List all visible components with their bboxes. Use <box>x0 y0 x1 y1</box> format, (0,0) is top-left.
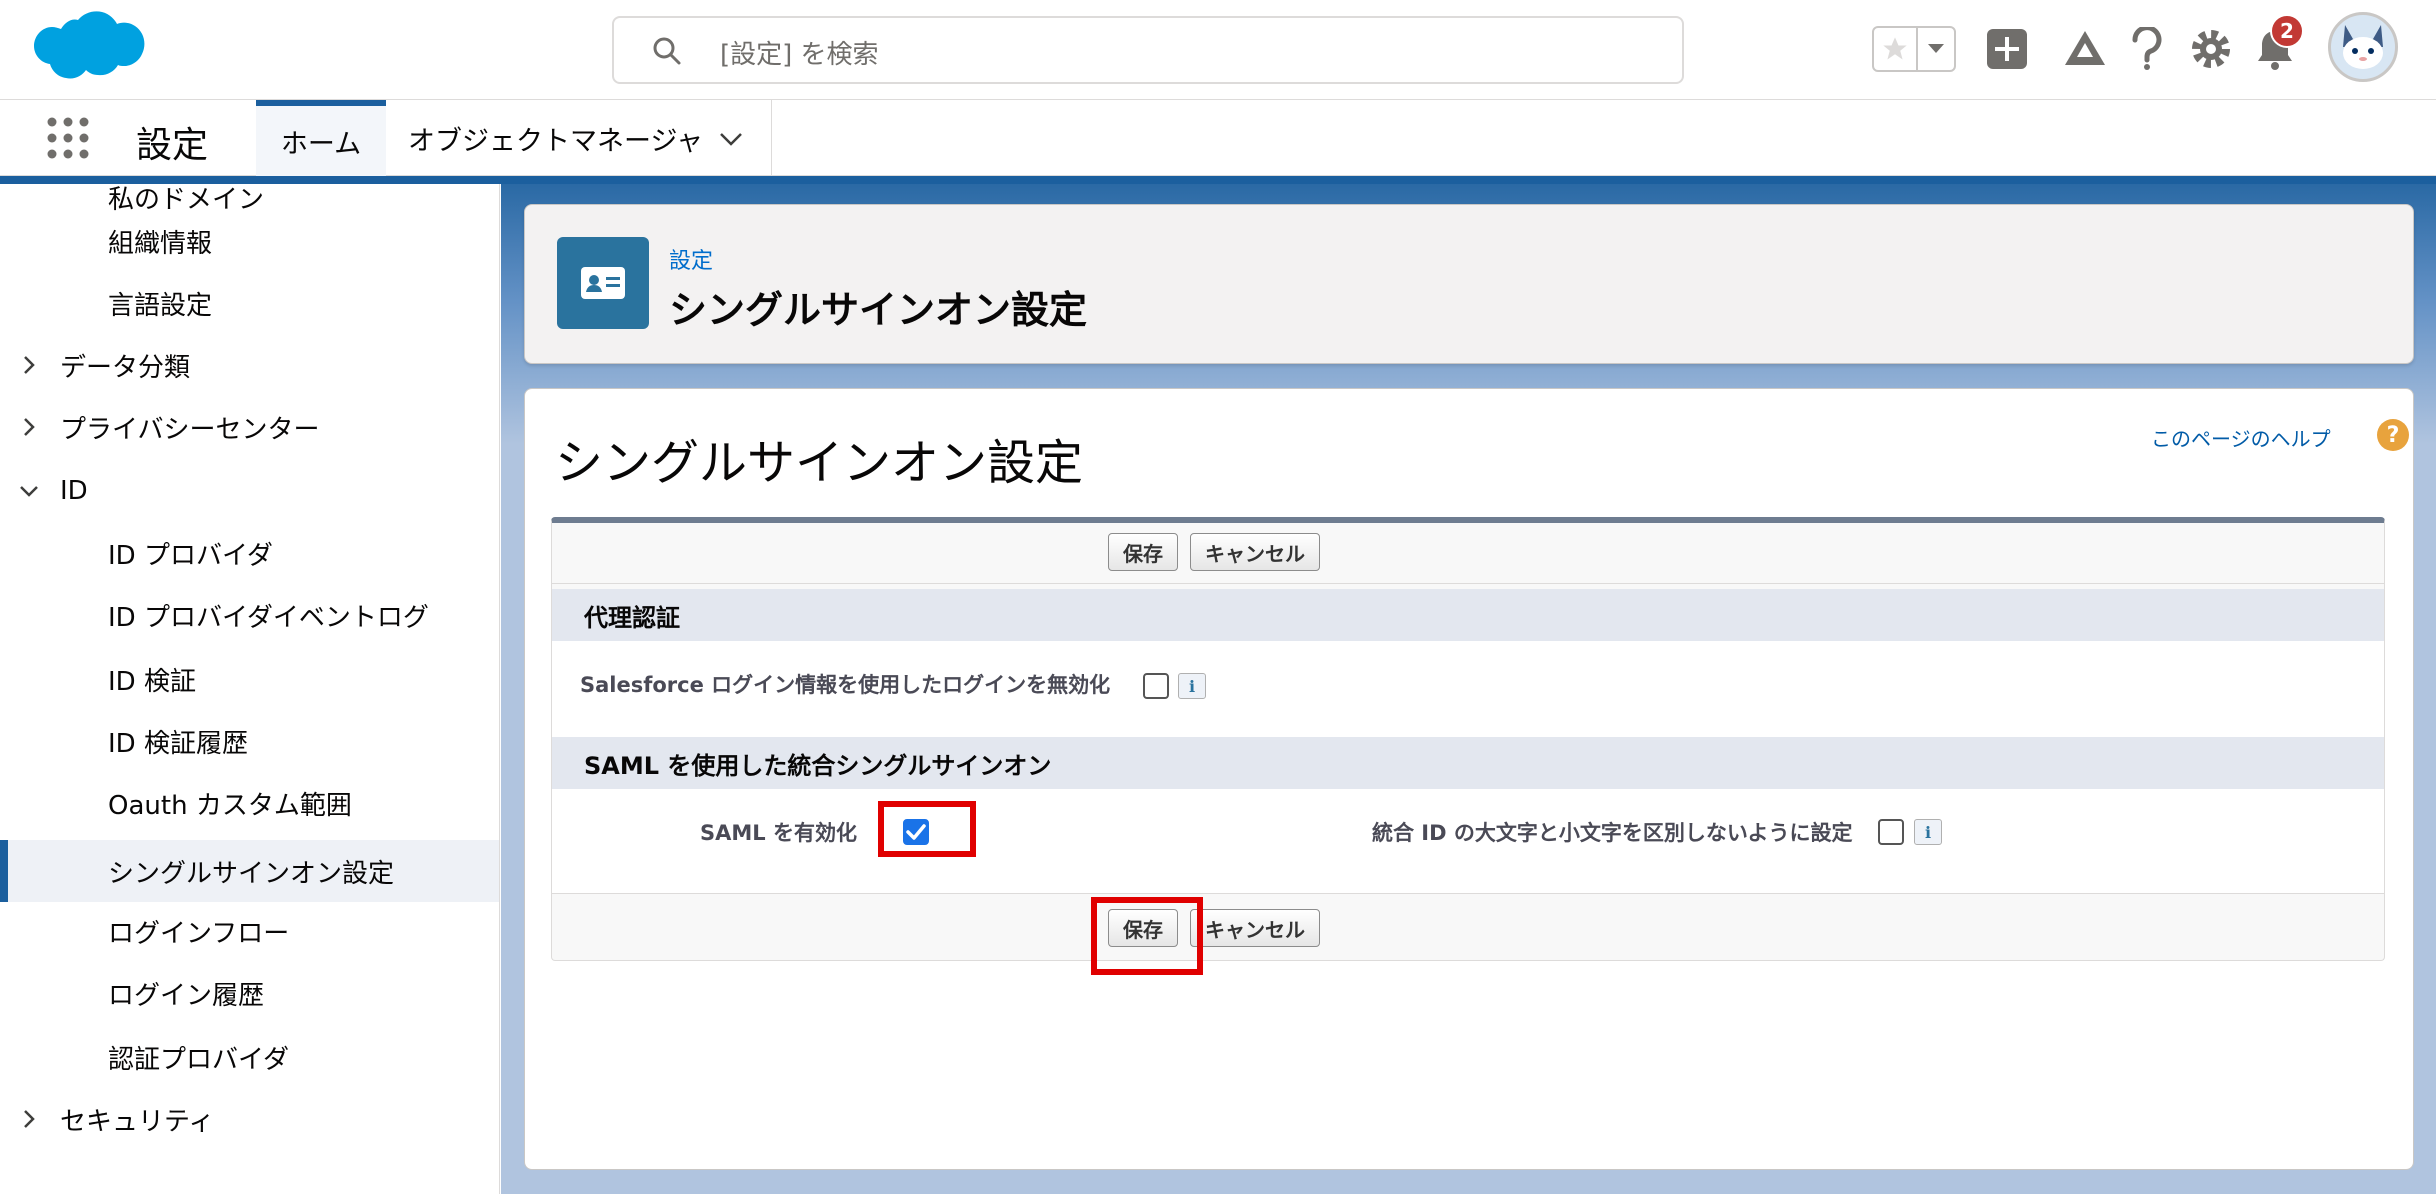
save-button-top[interactable]: 保存 <box>1108 533 1178 571</box>
sidebar-item-oauth-custom-scopes[interactable]: Oauth カスタム範囲 <box>0 772 499 834</box>
highlight-saml-checkbox <box>878 801 976 857</box>
sidebar-item-identity-provider[interactable]: ID プロバイダ <box>0 522 499 584</box>
chevron-right-icon[interactable] <box>16 414 42 440</box>
sso-settings-form: 保存 キャンセル 代理認証 Salesforce ログイン情報を使用したログイン… <box>551 517 2385 961</box>
tab-object-manager-label: オブジェクトマネージャ <box>408 125 704 157</box>
sidebar-item-language-settings[interactable]: 言語設定 <box>0 272 499 334</box>
sidebar-item-label: ログイン履歴 <box>108 980 265 1011</box>
sidebar-item-label: ID 検証履歴 <box>108 728 248 759</box>
search-input[interactable]: [設定] を検索 <box>612 16 1684 84</box>
content-title: シングルサインオン設定 <box>555 435 1084 491</box>
sidebar-item-idp-event-log[interactable]: ID プロバイダイベントログ <box>0 584 499 646</box>
info-icon[interactable]: i <box>1178 673 1206 699</box>
caret-down-icon <box>1928 44 1944 53</box>
saml-enable-label: SAML を有効化 <box>700 821 857 845</box>
favorites-group <box>1872 26 1956 72</box>
sidebar-item-label: 言語設定 <box>108 290 213 321</box>
sidebar-item-security[interactable]: セキュリティ <box>0 1088 499 1150</box>
content-card: シングルサインオン設定 このページのヘルプ ? 保存 キャンセル 代理認証 Sa… <box>524 388 2414 1170</box>
page-title: シングルサインオン設定 <box>669 288 1088 332</box>
sidebar-item-label: セキュリティ <box>60 1106 215 1137</box>
chevron-down-icon[interactable] <box>16 478 42 504</box>
plus-icon <box>1987 29 2027 69</box>
salesforce-logo[interactable] <box>28 10 148 92</box>
delegated-field-label: Salesforce ログイン情報を使用したログインを無効化 <box>580 673 1111 697</box>
global-actions-button[interactable] <box>1982 24 2032 74</box>
help-button[interactable] <box>2122 24 2172 74</box>
setup-gear-button[interactable] <box>2186 24 2236 74</box>
cancel-button-top[interactable]: キャンセル <box>1190 533 1320 571</box>
disable-login-checkbox[interactable] <box>1143 673 1169 699</box>
highlight-save-button <box>1091 897 1203 975</box>
notification-badge: 2 <box>2270 14 2304 48</box>
sidebar-item-data-classification[interactable]: データ分類 <box>0 334 499 396</box>
search-icon <box>653 37 681 65</box>
sidebar-item-label: ID 検証 <box>108 666 196 697</box>
sidebar-item-privacy-center[interactable]: プライバシーセンター <box>0 396 499 458</box>
section-saml-sso: SAML を使用した統合シングルサインオン <box>552 737 2384 789</box>
sidebar-item-verification-history[interactable]: ID 検証履歴 <box>0 710 499 772</box>
sidebar-item-label: ID <box>60 476 88 506</box>
sidebar-item-identity-verification[interactable]: ID 検証 <box>0 648 499 710</box>
sidebar-item-label: プライバシーセンター <box>60 414 320 445</box>
sidebar-item-label: ログインフロー <box>108 918 290 949</box>
chevron-down-icon[interactable] <box>716 124 746 154</box>
help-question-icon[interactable]: ? <box>2377 419 2409 451</box>
sidebar-item-auth-providers[interactable]: 認証プロバイダ <box>0 1026 499 1088</box>
sidebar-item-login-history[interactable]: ログイン履歴 <box>0 962 499 1024</box>
trailhead-icon <box>2065 31 2105 65</box>
app-name: 設定 <box>136 125 209 166</box>
app-navigation: 設定 ホーム オブジェクトマネージャ <box>0 100 2436 176</box>
chevron-right-icon[interactable] <box>16 352 42 378</box>
question-icon <box>2132 27 2162 70</box>
star-icon <box>1883 37 1907 60</box>
page-header-icon <box>557 237 649 329</box>
sidebar-item-label: シングルサインオン設定 <box>108 858 395 889</box>
case-insensitive-label: 統合 ID の大文字と小文字を区別しないように設定 <box>1372 821 1853 845</box>
tab-object-manager[interactable]: オブジェクトマネージャ <box>386 100 772 176</box>
favorite-star-button[interactable] <box>1874 28 1918 70</box>
setup-sidebar: 私のドメイン 組織情報 言語設定 データ分類 プライバシーセンター ID ID … <box>0 184 500 1194</box>
sidebar-item-label: 組織情報 <box>108 228 213 259</box>
gear-icon <box>2192 30 2230 68</box>
global-header: [設定] を検索 2 <box>0 0 2436 100</box>
sidebar-item-company-info[interactable]: 組織情報 <box>0 210 499 272</box>
avatar[interactable] <box>2328 12 2398 82</box>
brand-strip <box>0 176 2436 184</box>
sidebar-item-login-flows[interactable]: ログインフロー <box>0 900 499 962</box>
sidebar-item-identity[interactable]: ID <box>0 460 499 522</box>
astro-avatar-icon <box>2343 25 2383 69</box>
divider <box>552 893 2384 894</box>
breadcrumb[interactable]: 設定 <box>669 243 713 275</box>
section-delegated-auth: 代理認証 <box>552 589 2384 641</box>
search-placeholder: [設定] を検索 <box>720 40 879 70</box>
case-insensitive-checkbox[interactable] <box>1878 819 1904 845</box>
info-icon[interactable]: i <box>1914 819 1942 845</box>
favorites-menu-button[interactable] <box>1918 28 1954 70</box>
app-launcher-icon[interactable] <box>44 114 92 162</box>
sidebar-item-label: データ分類 <box>60 352 191 383</box>
tab-home[interactable]: ホーム <box>256 100 386 176</box>
help-link[interactable]: このページのヘルプ <box>2151 423 2331 452</box>
page-header: 設定 シングルサインオン設定 <box>524 204 2414 364</box>
sidebar-item-label: ID プロバイダイベントログ <box>108 602 429 633</box>
sidebar-item-label: ID プロバイダ <box>108 540 273 571</box>
sidebar-item-label: 認証プロバイダ <box>108 1044 289 1075</box>
trailhead-button[interactable] <box>2060 24 2110 74</box>
cancel-button-bottom[interactable]: キャンセル <box>1190 909 1320 947</box>
chevron-right-icon[interactable] <box>16 1106 42 1132</box>
sidebar-item-single-sign-on[interactable]: シングルサインオン設定 <box>0 840 499 902</box>
id-card-icon <box>581 267 625 299</box>
divider <box>552 583 2384 584</box>
sidebar-item-label: Oauth カスタム範囲 <box>108 790 352 821</box>
